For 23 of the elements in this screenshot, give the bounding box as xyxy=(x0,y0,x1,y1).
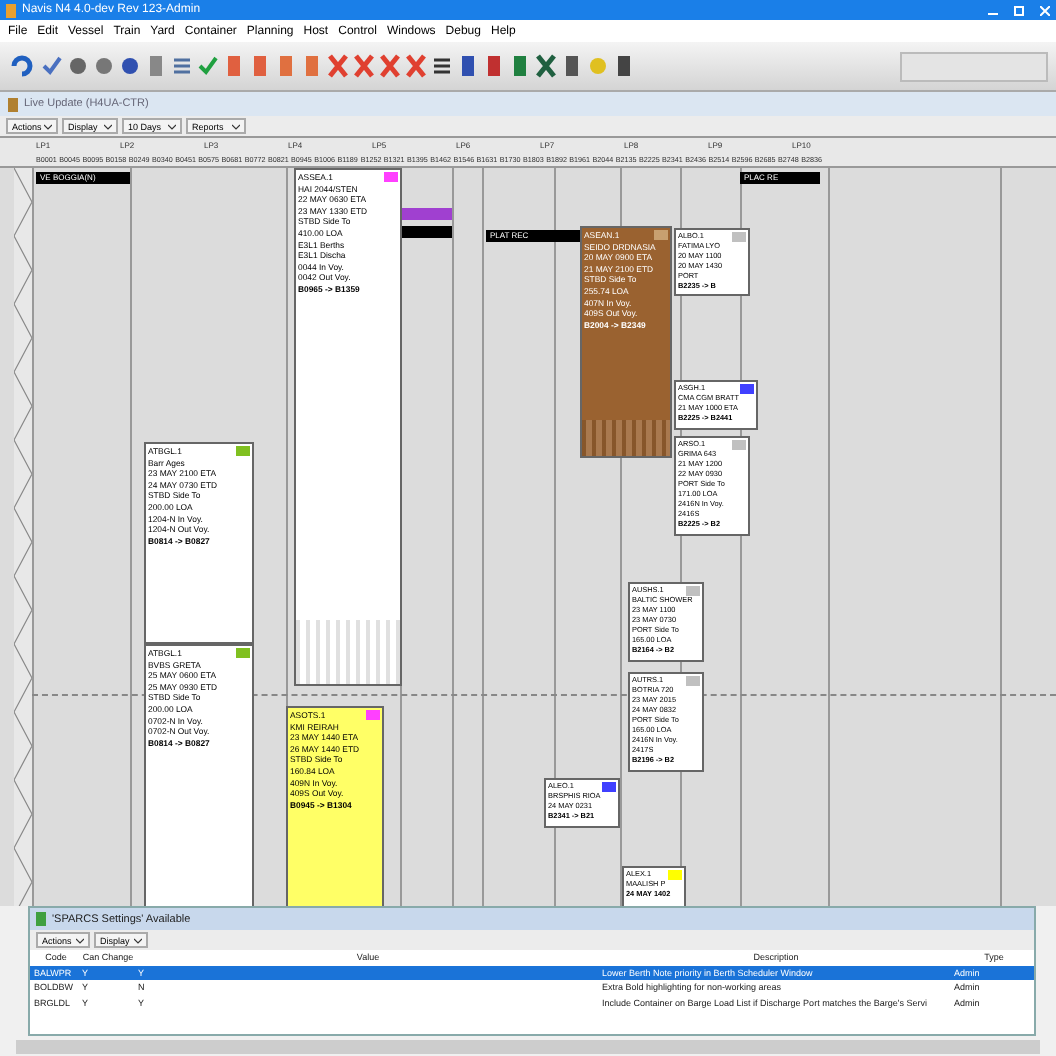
chevron-icon xyxy=(76,937,84,943)
disc-icon[interactable] xyxy=(120,54,140,78)
chevron-icon xyxy=(168,123,176,129)
cross-icon[interactable] xyxy=(380,54,400,78)
cross-icon[interactable] xyxy=(406,54,426,78)
chevron-icon xyxy=(134,937,142,943)
chevron-icon xyxy=(104,123,112,129)
maximize-icon[interactable] xyxy=(1014,5,1024,15)
column-icon[interactable] xyxy=(146,54,166,78)
app-icon xyxy=(8,97,18,111)
cross-icon[interactable] xyxy=(354,54,374,78)
list-icon[interactable] xyxy=(172,54,192,78)
close-icon[interactable] xyxy=(1040,5,1050,15)
cross-icon[interactable] xyxy=(328,54,348,78)
refresh-icon[interactable] xyxy=(8,50,36,82)
chevron-icon xyxy=(232,123,240,129)
hatched-area xyxy=(296,620,400,684)
input-field[interactable] xyxy=(900,51,1048,81)
app-icon xyxy=(36,912,46,926)
app-icon xyxy=(6,3,16,17)
chevron-icon xyxy=(44,123,52,129)
hatched-area xyxy=(582,420,670,456)
check-icon[interactable] xyxy=(198,54,218,78)
